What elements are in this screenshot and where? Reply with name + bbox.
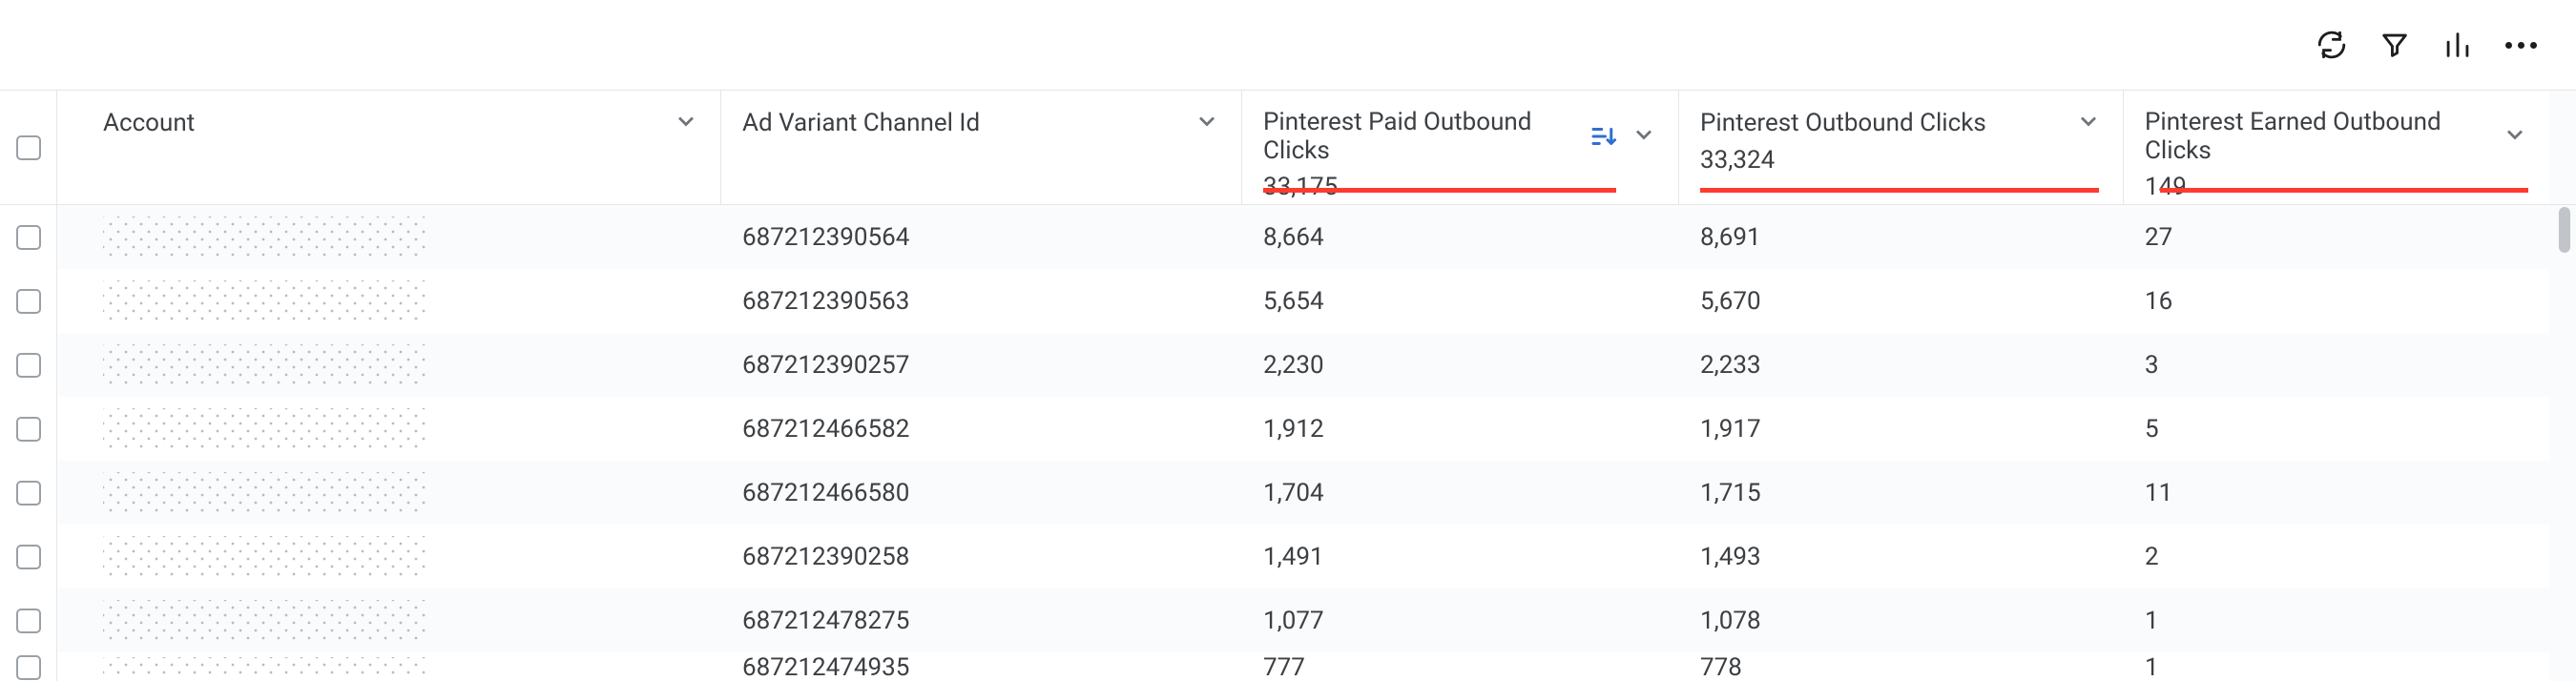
- table-row[interactable]: 687212390257 2,230 2,233 3: [0, 333, 2576, 397]
- column-underline: [2160, 188, 2528, 193]
- column-total: 149: [2145, 173, 2528, 201]
- cell-ad-variant: 687212390257: [721, 333, 1242, 397]
- cell-account: [82, 652, 721, 681]
- chevron-down-icon[interactable]: [2075, 108, 2102, 138]
- column-label: Account: [103, 109, 195, 137]
- row-checkbox[interactable]: [0, 205, 57, 269]
- column-header-outbound[interactable]: Pinterest Outbound Clicks 33,324: [1679, 91, 2124, 204]
- column-header-earned-outbound[interactable]: Pinterest Earned Outbound Clicks 149: [2124, 91, 2549, 204]
- cell-account: [82, 525, 721, 588]
- cell-outbound: 1,493: [1679, 525, 2124, 588]
- column-header-account[interactable]: Account: [82, 91, 721, 204]
- cell-account: [82, 269, 721, 333]
- column-total: 33,175: [1263, 173, 1657, 201]
- cell-outbound: 2,233: [1679, 333, 2124, 397]
- cell-account: [82, 588, 721, 652]
- redacted-placeholder: [103, 472, 427, 514]
- chevron-down-icon[interactable]: [2502, 121, 2528, 152]
- scrollbar-track[interactable]: [2549, 205, 2576, 269]
- table-body: 687212390564 8,664 8,691 27 687212390563…: [0, 205, 2576, 681]
- chevron-down-icon[interactable]: [1631, 121, 1657, 152]
- table-row[interactable]: 687212390258 1,491 1,493 2: [0, 525, 2576, 588]
- row-checkbox[interactable]: [0, 333, 57, 397]
- cell-paid-outbound: 5,654: [1242, 269, 1679, 333]
- table-row[interactable]: 687212478275 1,077 1,078 1: [0, 588, 2576, 652]
- more-icon[interactable]: [2503, 28, 2538, 62]
- cell-earned-outbound: 2: [2124, 525, 2549, 588]
- table-row[interactable]: 687212466580 1,704 1,715 11: [0, 461, 2576, 525]
- column-label: Pinterest Earned Outbound Clicks: [2145, 108, 2469, 165]
- cell-paid-outbound: 777: [1242, 652, 1679, 681]
- refresh-icon[interactable]: [2315, 28, 2349, 62]
- bar-chart-icon[interactable]: [2441, 28, 2475, 62]
- column-label: Pinterest Outbound Clicks: [1700, 109, 1986, 137]
- cell-outbound: 5,670: [1679, 269, 2124, 333]
- cell-paid-outbound: 1,704: [1242, 461, 1679, 525]
- cell-ad-variant: 687212474935: [721, 652, 1242, 681]
- column-total: 33,324: [1700, 146, 2102, 175]
- cell-account: [82, 397, 721, 461]
- cell-paid-outbound: 2,230: [1242, 333, 1679, 397]
- column-underline: [1700, 188, 2099, 193]
- cell-outbound: 1,917: [1679, 397, 2124, 461]
- row-checkbox[interactable]: [0, 652, 57, 681]
- table-row[interactable]: 687212466582 1,912 1,917 5: [0, 397, 2576, 461]
- column-label: Pinterest Paid Outbound Clicks: [1263, 108, 1559, 165]
- cell-ad-variant: 687212478275: [721, 588, 1242, 652]
- sort-desc-icon[interactable]: [1589, 122, 1617, 151]
- scrollbar-thumb[interactable]: [2559, 207, 2570, 253]
- cell-outbound: 1,715: [1679, 461, 2124, 525]
- redacted-placeholder: [103, 344, 427, 386]
- cell-earned-outbound: 1: [2124, 588, 2549, 652]
- cell-earned-outbound: 5: [2124, 397, 2549, 461]
- cell-earned-outbound: 16: [2124, 269, 2549, 333]
- cell-paid-outbound: 1,491: [1242, 525, 1679, 588]
- cell-earned-outbound: 27: [2124, 205, 2549, 269]
- cell-ad-variant: 687212466582: [721, 397, 1242, 461]
- toolbar: [0, 0, 2576, 91]
- cell-paid-outbound: 1,912: [1242, 397, 1679, 461]
- table-header: Account Ad Variant Channel Id Pinterest …: [0, 91, 2576, 205]
- redacted-placeholder: [103, 217, 427, 258]
- chevron-down-icon[interactable]: [1194, 108, 1220, 138]
- table-row[interactable]: 687212390564 8,664 8,691 27: [0, 205, 2576, 269]
- cell-account: [82, 333, 721, 397]
- row-checkbox[interactable]: [0, 397, 57, 461]
- filter-icon[interactable]: [2378, 28, 2412, 62]
- column-header-ad-variant[interactable]: Ad Variant Channel Id: [721, 91, 1242, 204]
- row-checkbox[interactable]: [0, 588, 57, 652]
- redacted-placeholder: [103, 657, 427, 678]
- scrollbar-gutter: [2549, 91, 2576, 204]
- cell-earned-outbound: 3: [2124, 333, 2549, 397]
- column-label: Ad Variant Channel Id: [742, 109, 980, 137]
- cell-account: [82, 461, 721, 525]
- cell-earned-outbound: 11: [2124, 461, 2549, 525]
- cell-outbound: 1,078: [1679, 588, 2124, 652]
- cell-ad-variant: 687212390564: [721, 205, 1242, 269]
- cell-ad-variant: 687212390563: [721, 269, 1242, 333]
- redacted-placeholder: [103, 280, 427, 322]
- cell-earned-outbound: 1: [2124, 652, 2549, 681]
- redacted-placeholder: [103, 600, 427, 642]
- select-all-checkbox[interactable]: [0, 91, 57, 204]
- cell-outbound: 778: [1679, 652, 2124, 681]
- row-checkbox[interactable]: [0, 461, 57, 525]
- table-row[interactable]: 687212390563 5,654 5,670 16: [0, 269, 2576, 333]
- column-header-paid-outbound[interactable]: Pinterest Paid Outbound Clicks 33,175: [1242, 91, 1679, 204]
- cell-outbound: 8,691: [1679, 205, 2124, 269]
- row-checkbox[interactable]: [0, 269, 57, 333]
- table-row[interactable]: 687212474935 777 778 1: [0, 652, 2576, 681]
- cell-ad-variant: 687212466580: [721, 461, 1242, 525]
- cell-paid-outbound: 1,077: [1242, 588, 1679, 652]
- cell-account: [82, 205, 721, 269]
- redacted-placeholder: [103, 408, 427, 450]
- cell-ad-variant: 687212390258: [721, 525, 1242, 588]
- column-underline: [1263, 188, 1616, 193]
- chevron-down-icon[interactable]: [673, 108, 699, 138]
- row-checkbox[interactable]: [0, 525, 57, 588]
- cell-paid-outbound: 8,664: [1242, 205, 1679, 269]
- redacted-placeholder: [103, 536, 427, 578]
